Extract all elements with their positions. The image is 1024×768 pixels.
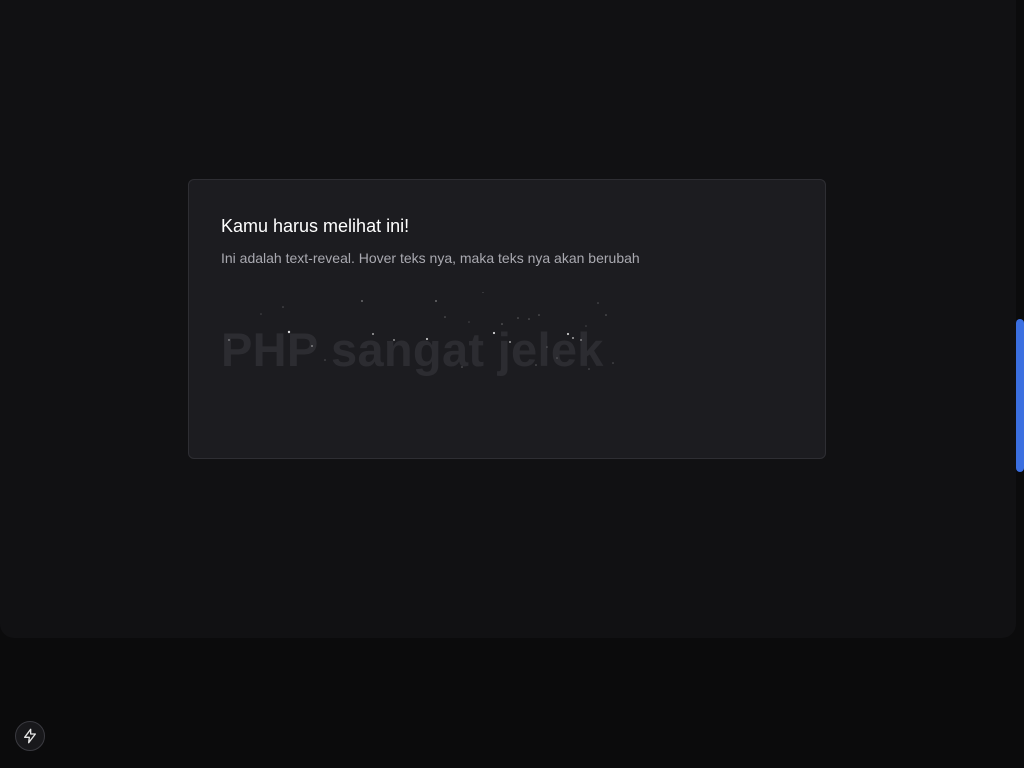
sparkle (287, 330, 291, 334)
sparkle (311, 345, 313, 347)
sparkle (580, 339, 582, 341)
sparkle (492, 331, 496, 335)
sparkle (612, 362, 614, 364)
sparkle (324, 359, 326, 361)
sparkle (393, 339, 395, 341)
card-title: Kamu harus melihat ini! (221, 216, 410, 236)
sparkle (538, 314, 540, 316)
sparkle (228, 339, 230, 341)
scrollbar-thumb[interactable] (1016, 319, 1024, 472)
sparkle (361, 300, 363, 302)
sparkle (372, 333, 374, 335)
sparkle (546, 346, 548, 348)
sparkle (605, 314, 607, 316)
card-description: Ini adalah text-reveal. Hover teks nya, … (221, 250, 640, 266)
sparkle (260, 313, 262, 315)
sparkle (425, 337, 429, 341)
sparkle (588, 368, 590, 370)
sparkle (585, 325, 587, 327)
sparkle (509, 341, 511, 343)
sparkle (501, 323, 503, 325)
sparkle (517, 317, 519, 319)
sparkle (535, 364, 537, 366)
sparkle (482, 292, 484, 293)
sparkle (597, 302, 599, 304)
text-reveal-area[interactable]: PHP sangat jelek (221, 292, 621, 392)
sparkle (556, 357, 558, 359)
sparkle (572, 337, 574, 339)
lightning-bolt-icon (22, 728, 38, 744)
devtools-button[interactable] (15, 721, 45, 751)
page-panel: Kamu harus melihat ini! Ini adalah text-… (0, 0, 1016, 638)
sparkle (444, 316, 446, 318)
sparkle (435, 300, 437, 302)
sparkle (528, 318, 530, 320)
sparkle (468, 321, 470, 323)
sparkles-effect (228, 292, 614, 370)
sparkle (282, 306, 284, 308)
sparkle (566, 332, 570, 336)
sparkle (461, 366, 463, 368)
text-reveal-card: Kamu harus melihat ini! Ini adalah text-… (188, 179, 826, 459)
